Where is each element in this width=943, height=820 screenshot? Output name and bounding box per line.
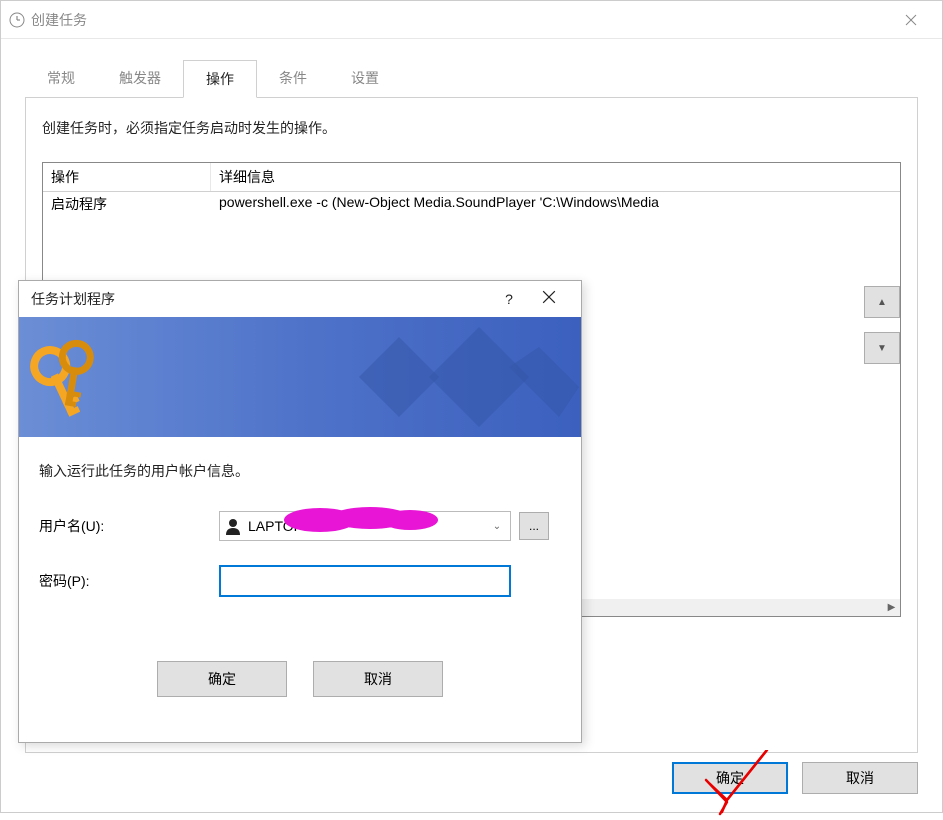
chevron-down-icon: ⌄ <box>488 521 506 532</box>
password-label: 密码(P): <box>39 571 219 591</box>
header-action[interactable]: 操作 <box>43 163 211 191</box>
cred-instruction: 输入运行此任务的用户帐户信息。 <box>39 461 561 481</box>
cred-cancel-button[interactable]: 取消 <box>313 661 443 697</box>
username-label: 用户名(U): <box>39 516 219 536</box>
scroll-right-icon[interactable]: ▶ <box>883 599 900 616</box>
browse-button[interactable]: ... <box>519 512 549 540</box>
username-field: 用户名(U): LAPTOP- ⌄ ... <box>39 511 561 541</box>
triangle-down-icon: ▼ <box>877 343 887 354</box>
move-down-button[interactable]: ▼ <box>864 332 900 364</box>
cred-buttons: 确定 取消 <box>39 661 561 697</box>
close-icon <box>905 14 917 26</box>
help-button[interactable]: ? <box>489 291 529 307</box>
table-row[interactable]: 启动程序 powershell.exe -c (New-Object Media… <box>43 192 900 216</box>
tab-actions[interactable]: 操作 <box>183 60 257 98</box>
redaction-mark <box>280 506 440 534</box>
header-details[interactable]: 详细信息 <box>211 163 900 191</box>
cred-close-button[interactable] <box>529 290 569 309</box>
cred-title: 任务计划程序 <box>31 289 489 309</box>
triangle-up-icon: ▲ <box>877 297 887 308</box>
cred-body: 输入运行此任务的用户帐户信息。 用户名(U): LAPTOP- ⌄ ... <box>19 437 581 721</box>
password-input[interactable] <box>219 565 511 597</box>
close-button[interactable] <box>888 4 934 36</box>
table-header: 操作 详细信息 <box>43 163 900 192</box>
tabs: 常规 触发器 操作 条件 设置 <box>1 39 942 97</box>
avatar-icon <box>224 517 242 535</box>
description-text: 创建任务时，必须指定任务启动时发生的操作。 <box>42 118 901 138</box>
title-bar: 创建任务 <box>1 1 942 39</box>
cell-action: 启动程序 <box>43 192 211 216</box>
cred-ok-button[interactable]: 确定 <box>157 661 287 697</box>
credentials-banner <box>19 317 581 437</box>
reorder-buttons: ▲ ▼ <box>864 286 900 364</box>
cancel-button[interactable]: 取消 <box>802 762 918 794</box>
cell-details: powershell.exe -c (New-Object Media.Soun… <box>211 192 900 216</box>
dialog-buttons: 确定 取消 <box>672 762 918 794</box>
clock-icon <box>9 12 25 28</box>
tab-conditions[interactable]: 条件 <box>257 60 329 98</box>
tab-triggers[interactable]: 触发器 <box>97 60 183 98</box>
tab-settings[interactable]: 设置 <box>329 60 401 98</box>
tab-general[interactable]: 常规 <box>25 60 97 98</box>
password-field: 密码(P): <box>39 565 561 597</box>
close-icon <box>542 290 556 304</box>
window-title: 创建任务 <box>31 10 888 30</box>
username-combo[interactable]: LAPTOP- ⌄ <box>219 511 511 541</box>
cred-title-bar: 任务计划程序 ? <box>19 281 581 317</box>
keys-icon <box>29 327 119 427</box>
ok-button[interactable]: 确定 <box>672 762 788 794</box>
credentials-dialog: 任务计划程序 ? <box>18 280 582 743</box>
move-up-button[interactable]: ▲ <box>864 286 900 318</box>
